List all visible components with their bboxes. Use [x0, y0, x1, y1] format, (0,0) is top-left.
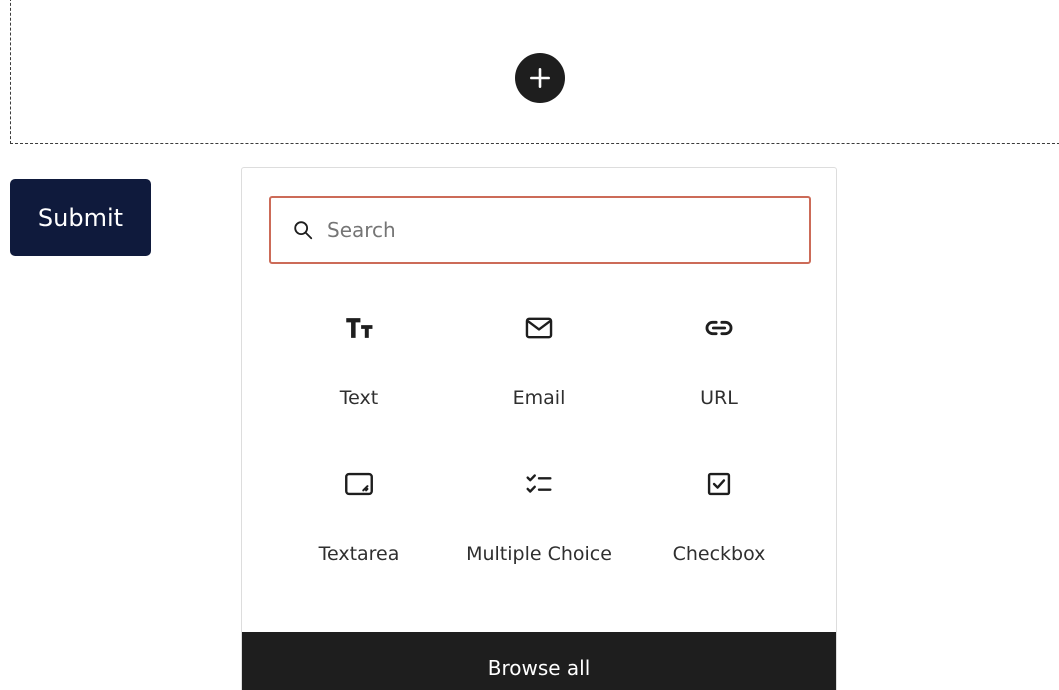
- block-label: Text: [339, 387, 379, 409]
- search-input[interactable]: [325, 209, 789, 251]
- link-icon: [699, 308, 739, 348]
- block-inserter-popover: Text Email: [241, 167, 837, 690]
- block-item-url[interactable]: URL: [629, 308, 809, 464]
- form-editor-canvas: Submit Text: [0, 0, 1059, 690]
- block-item-checkbox[interactable]: Checkbox: [629, 464, 809, 620]
- checkbox-icon: [699, 464, 739, 504]
- block-item-text[interactable]: Text: [269, 308, 449, 464]
- textarea-icon: [339, 464, 379, 504]
- block-label: URL: [700, 387, 738, 409]
- block-list: Text Email URL Textarea Multiple Choice …: [269, 308, 811, 620]
- multiple-choice-icon: [519, 464, 559, 504]
- submit-button[interactable]: Submit: [10, 179, 151, 256]
- block-item-textarea[interactable]: Textarea: [269, 464, 449, 620]
- search-field[interactable]: [269, 196, 811, 264]
- plus-icon: [530, 68, 550, 88]
- add-block-button[interactable]: [515, 53, 565, 103]
- text-icon: [339, 308, 379, 348]
- block-label: Textarea: [318, 543, 400, 565]
- block-label: Multiple Choice: [466, 543, 612, 565]
- browse-all-button[interactable]: Browse all: [242, 632, 836, 690]
- block-label: Email: [512, 387, 566, 409]
- block-item-email[interactable]: Email: [449, 308, 629, 464]
- search-icon: [291, 218, 315, 242]
- block-label: Checkbox: [672, 543, 766, 565]
- email-icon: [519, 308, 559, 348]
- block-item-multiple-choice[interactable]: Multiple Choice: [449, 464, 629, 620]
